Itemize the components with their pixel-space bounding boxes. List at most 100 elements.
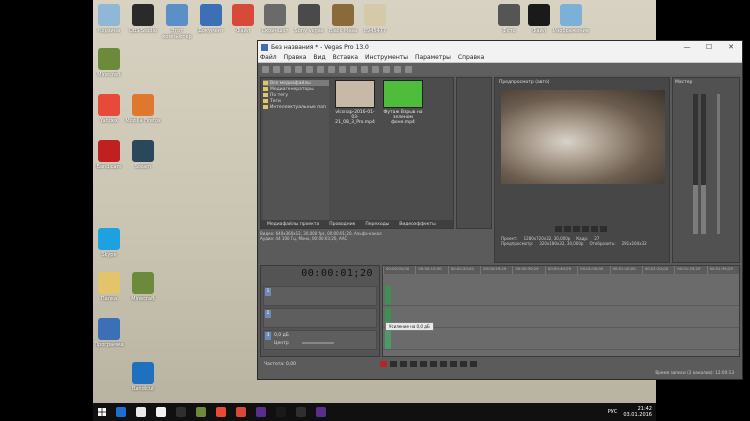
minimize-button[interactable]: — — [676, 43, 698, 51]
input-language[interactable]: РУС — [608, 409, 618, 415]
desktop-icon[interactable]: Bandicut — [123, 362, 163, 398]
desktop-icon-image — [98, 228, 120, 250]
go-to-start-icon[interactable] — [440, 361, 447, 367]
media-item[interactable]: vlcsnap-2016-01-03-21_08_3_Pro.mp4 — [333, 80, 377, 125]
menu-file[interactable]: Файл — [260, 54, 277, 61]
desktop-icon[interactable]: Minecraft — [89, 48, 129, 84]
desktop-icon-image — [98, 318, 120, 340]
timeline-lane[interactable] — [383, 286, 739, 306]
track-pan-slider[interactable] — [302, 342, 334, 344]
desktop-icon[interactable]: Mozilla Firefox — [123, 94, 163, 130]
tree-item-smart-folders[interactable]: Интеллектуальные пап — [263, 104, 329, 110]
track-header-video[interactable]: 2 — [263, 308, 377, 328]
next-frame-icon[interactable] — [470, 361, 477, 367]
loop-icon[interactable] — [390, 361, 397, 367]
taskbar-app-icon[interactable] — [156, 407, 166, 417]
tab-project-media[interactable]: Медиафайлы проекта — [267, 222, 319, 227]
undo-icon[interactable] — [350, 65, 357, 73]
menu-options[interactable]: Параметры — [415, 54, 451, 61]
taskbar-app-icon[interactable] — [316, 407, 326, 417]
taskbar-app-icon[interactable] — [236, 407, 246, 417]
window-title: Без названия * - Vegas Pro 13.0 — [271, 43, 369, 51]
play-icon[interactable] — [410, 361, 417, 367]
new-project-icon[interactable] — [262, 65, 269, 73]
menu-help[interactable]: Справка — [458, 54, 484, 61]
play-icon[interactable] — [573, 226, 580, 232]
timeline-ruler[interactable]: 00:00:00;00 00:00:10;00 00:00:20;00 00:00:2… — [383, 266, 739, 274]
taskbar-app-icon[interactable] — [136, 407, 146, 417]
desktop-icon[interactable]: Skype — [89, 228, 129, 264]
record-icon[interactable] — [380, 361, 387, 367]
playback-rate[interactable]: Частота: 0,00 — [260, 362, 380, 367]
desktop-icon[interactable]: Папка — [89, 272, 129, 308]
desktop-icon-image — [364, 4, 386, 26]
next-frame-icon[interactable] — [600, 226, 607, 232]
tab-transitions[interactable]: Переходы — [365, 222, 389, 227]
taskbar-apps — [111, 407, 331, 417]
desktop-icon-label: 8945477 — [363, 28, 387, 34]
play-from-start-icon[interactable] — [400, 361, 407, 367]
pause-icon[interactable] — [420, 361, 427, 367]
audio-clip[interactable] — [385, 330, 391, 349]
desktop-icon[interactable]: Steam — [123, 140, 163, 176]
track-header-audio[interactable]: 3 0,0 дБ Центр — [263, 330, 377, 350]
paste-icon[interactable] — [339, 65, 346, 73]
desktop-icon[interactable]: Программа — [89, 318, 129, 354]
clock[interactable]: 21:42 03.01.2016 — [623, 406, 652, 418]
stop-icon[interactable] — [430, 361, 437, 367]
track-number: 1 — [265, 288, 271, 296]
properties-icon[interactable] — [306, 65, 313, 73]
taskbar-app-icon[interactable] — [196, 407, 206, 417]
folder-icon — [263, 81, 268, 85]
copy-icon[interactable] — [328, 65, 335, 73]
taskbar-app-icon[interactable] — [256, 407, 266, 417]
video-clip[interactable] — [385, 286, 391, 305]
normal-edit-tool-icon[interactable] — [372, 65, 379, 73]
maximize-button[interactable]: ☐ — [698, 43, 720, 51]
cut-icon[interactable] — [317, 65, 324, 73]
loop-icon[interactable] — [555, 226, 562, 232]
media-item[interactable]: Футаж Взрыв на зеленом фоне.mp4 — [381, 80, 425, 125]
menu-view[interactable]: Вид — [313, 54, 325, 61]
ruler-tick-label: 00:00:49;29 — [544, 266, 577, 274]
master-fader[interactable] — [717, 94, 720, 234]
taskbar-app-icon[interactable] — [176, 407, 186, 417]
save-icon[interactable] — [284, 65, 291, 73]
timeline-lane[interactable] — [383, 330, 739, 350]
vegas-window[interactable]: Без названия * - Vegas Pro 13.0 — ☐ ✕ Фа… — [257, 40, 743, 380]
track-header-video[interactable]: 1 — [263, 286, 377, 306]
menu-bar: Файл Правка Вид Вставка Инструменты Пара… — [258, 53, 742, 63]
title-bar[interactable]: Без названия * - Vegas Pro 13.0 — ☐ ✕ — [258, 41, 742, 53]
taskbar-app-icon[interactable] — [216, 407, 226, 417]
play-from-start-icon[interactable] — [564, 226, 571, 232]
tab-video-fx[interactable]: Видеоэффекты — [399, 222, 435, 227]
go-to-end-icon[interactable] — [450, 361, 457, 367]
zoom-tool-icon[interactable] — [405, 65, 412, 73]
desktop-icon-image — [560, 4, 582, 26]
menu-edit[interactable]: Правка — [284, 54, 307, 61]
start-button[interactable] — [93, 403, 111, 421]
preview-mode-dropdown[interactable]: Предпросмотр (авто) — [499, 80, 550, 85]
timeline-lane[interactable] — [383, 308, 739, 328]
prev-frame-icon[interactable] — [591, 226, 598, 232]
close-button[interactable]: ✕ — [720, 43, 742, 51]
cursor-timecode: 00:00:01;20 — [301, 268, 373, 279]
prev-frame-icon[interactable] — [460, 361, 467, 367]
menu-insert[interactable]: Вставка — [333, 54, 358, 61]
stop-icon[interactable] — [582, 226, 589, 232]
ruler-tick-label: 00:01:39;29 — [706, 266, 739, 274]
tab-explorer[interactable]: Проводник — [329, 222, 355, 227]
selection-tool-icon[interactable] — [394, 65, 401, 73]
timeline[interactable]: 00:00:00;00 00:00:10;00 00:00:20;00 00:00:2… — [382, 265, 740, 357]
desktop-icon[interactable]: 8945477 — [355, 4, 395, 40]
taskbar-app-icon[interactable] — [116, 407, 126, 417]
desktop-icon[interactable]: Minecraft — [123, 272, 163, 308]
menu-tools[interactable]: Инструменты — [365, 54, 408, 61]
redo-icon[interactable] — [361, 65, 368, 73]
taskbar-app-icon[interactable] — [296, 407, 306, 417]
desktop-icon[interactable]: Изображение — [551, 4, 591, 40]
open-icon[interactable] — [273, 65, 280, 73]
taskbar-app-icon[interactable] — [276, 407, 286, 417]
render-icon[interactable] — [295, 65, 302, 73]
envelope-tool-icon[interactable] — [383, 65, 390, 73]
